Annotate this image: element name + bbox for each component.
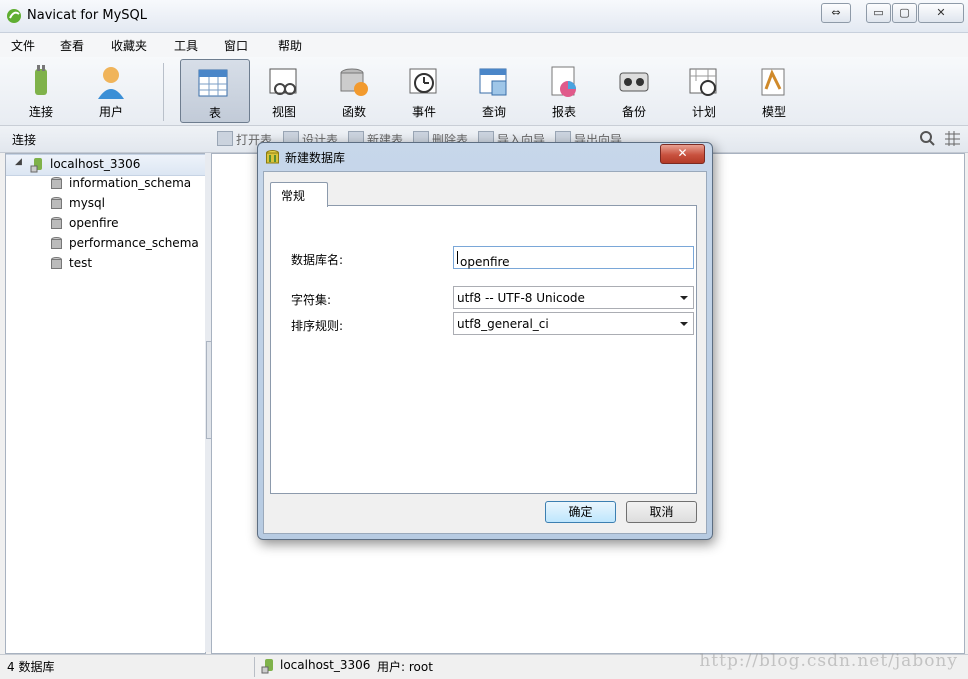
user-label: 用户	[98, 105, 123, 119]
connect-button[interactable]: 连接	[9, 59, 73, 121]
new-database-dialog: 新建数据库 ✕ 常规 数据库名: openfire 字符集: utf8 -- U…	[257, 142, 713, 540]
menu-tools[interactable]: 工具	[174, 37, 198, 54]
connection-icon	[30, 158, 42, 173]
view-button[interactable]: 视图	[252, 59, 316, 121]
expand-arrow-icon[interactable]: ◢	[15, 157, 22, 167]
connection-icon	[261, 659, 273, 674]
status-user: 用户: root	[377, 660, 433, 674]
database-icon	[51, 217, 62, 229]
event-button[interactable]: 事件	[392, 59, 456, 121]
model-button[interactable]: 模型	[742, 59, 806, 121]
collation-value: utf8_general_ci	[457, 317, 549, 331]
database-icon	[51, 177, 62, 189]
status-db-count: 4 数据库	[7, 660, 55, 674]
connection-panel-title: 连接	[12, 133, 37, 147]
database-name-value: openfire	[460, 255, 510, 269]
function-icon	[340, 68, 368, 96]
search-icon[interactable]	[919, 130, 936, 147]
close-icon: ✕	[677, 146, 688, 160]
view-label: 视图	[271, 105, 296, 119]
status-separator	[254, 657, 255, 677]
report-button[interactable]: 报表	[532, 59, 596, 121]
event-clock-icon	[409, 68, 437, 94]
database-name-input[interactable]: openfire	[453, 246, 694, 269]
close-button[interactable]: ✕	[918, 3, 964, 23]
user-icon	[98, 67, 124, 99]
minimize-button[interactable]: ▭	[866, 3, 891, 23]
view-icon	[269, 68, 297, 95]
table-icon	[198, 69, 228, 97]
dialog-close-button[interactable]: ✕	[660, 144, 705, 164]
tree-db-test[interactable]: test	[6, 254, 205, 274]
function-label: 函数	[341, 105, 366, 119]
tab-general[interactable]: 常规	[270, 182, 328, 207]
main-toolbar: 连接 用户 表 视图 函数 事件 查询 报表 备份 计划 模型	[0, 57, 968, 126]
dropdown-arrow-icon	[680, 322, 688, 326]
status-connection: localhost_3306	[280, 658, 371, 672]
tree-db-mysql[interactable]: mysql	[6, 194, 205, 214]
event-label: 事件	[411, 105, 436, 119]
charset-label: 字符集:	[291, 293, 332, 307]
report-label: 报表	[551, 105, 576, 119]
query-button[interactable]: 查询	[462, 59, 526, 121]
cancel-button[interactable]: 取消	[626, 501, 697, 523]
charset-select[interactable]: utf8 -- UTF-8 Unicode	[453, 286, 694, 309]
ok-button[interactable]: 确定	[545, 501, 616, 523]
database-icon	[51, 257, 62, 269]
database-icon	[51, 197, 62, 209]
status-bar: 4 数据库 localhost_3306 用户: root http://blo…	[0, 651, 968, 679]
toolbar-separator	[163, 63, 164, 121]
menu-bar: 文件 查看 收藏夹 工具 窗口 帮助	[0, 33, 968, 57]
database-new-icon	[266, 150, 279, 164]
dialog-body: 常规 数据库名: openfire 字符集: utf8 -- UTF-8 Uni…	[263, 171, 707, 534]
table-button[interactable]: 表	[180, 59, 250, 123]
report-icon	[551, 66, 576, 97]
restore-arrows-icon[interactable]: ⇔	[821, 3, 851, 23]
connect-label: 连接	[28, 105, 53, 119]
title-bar: Navicat for MySQL ⇔ ▭ ▢ ✕	[0, 0, 968, 33]
collation-select[interactable]: utf8_general_ci	[453, 312, 694, 335]
model-icon	[761, 68, 785, 96]
menu-file[interactable]: 文件	[11, 37, 35, 54]
table-label: 表	[208, 106, 221, 120]
menu-help[interactable]: 帮助	[278, 37, 302, 54]
charset-value: utf8 -- UTF-8 Unicode	[457, 291, 585, 305]
tree-db-openfire[interactable]: openfire	[6, 214, 205, 234]
tree-root-label: localhost_3306	[50, 157, 141, 171]
dbname-label: 数据库名:	[291, 253, 344, 267]
backup-button[interactable]: 备份	[602, 59, 666, 121]
menu-window[interactable]: 窗口	[224, 37, 248, 54]
database-icon	[51, 237, 62, 249]
tree-db-performance-schema[interactable]: performance_schema	[6, 234, 205, 254]
text-caret	[457, 251, 458, 264]
function-button[interactable]: 函数	[322, 59, 386, 121]
navicat-logo-icon	[7, 9, 21, 23]
dropdown-arrow-icon	[680, 296, 688, 300]
window-title: Navicat for MySQL	[27, 8, 147, 23]
general-tab-page: 数据库名: openfire 字符集: utf8 -- UTF-8 Unicod…	[270, 205, 697, 494]
schedule-button[interactable]: 计划	[672, 59, 736, 121]
query-icon	[479, 68, 507, 96]
tree-connection-localhost[interactable]: ◢ localhost_3306	[6, 154, 205, 176]
tree-db-information-schema[interactable]: information_schema	[6, 174, 205, 194]
dialog-title: 新建数据库	[285, 151, 346, 165]
schedule-label: 计划	[691, 105, 716, 119]
backup-tape-icon	[619, 72, 649, 92]
backup-label: 备份	[621, 105, 646, 119]
collation-label: 排序规则:	[291, 319, 344, 333]
open-table-icon	[217, 131, 233, 146]
schedule-calendar-icon	[689, 68, 717, 96]
menu-view[interactable]: 查看	[60, 37, 84, 54]
watermark: http://blog.csdn.net/jabony	[699, 651, 958, 671]
plug-icon	[35, 65, 47, 95]
connection-tree: ◢ localhost_3306 information_schema mysq…	[5, 153, 206, 654]
grid-view-icon[interactable]	[944, 130, 961, 147]
query-label: 查询	[481, 105, 506, 119]
model-label: 模型	[761, 105, 786, 119]
user-button[interactable]: 用户	[79, 59, 143, 121]
maximize-button[interactable]: ▢	[892, 3, 917, 23]
menu-favorites[interactable]: 收藏夹	[111, 37, 147, 54]
